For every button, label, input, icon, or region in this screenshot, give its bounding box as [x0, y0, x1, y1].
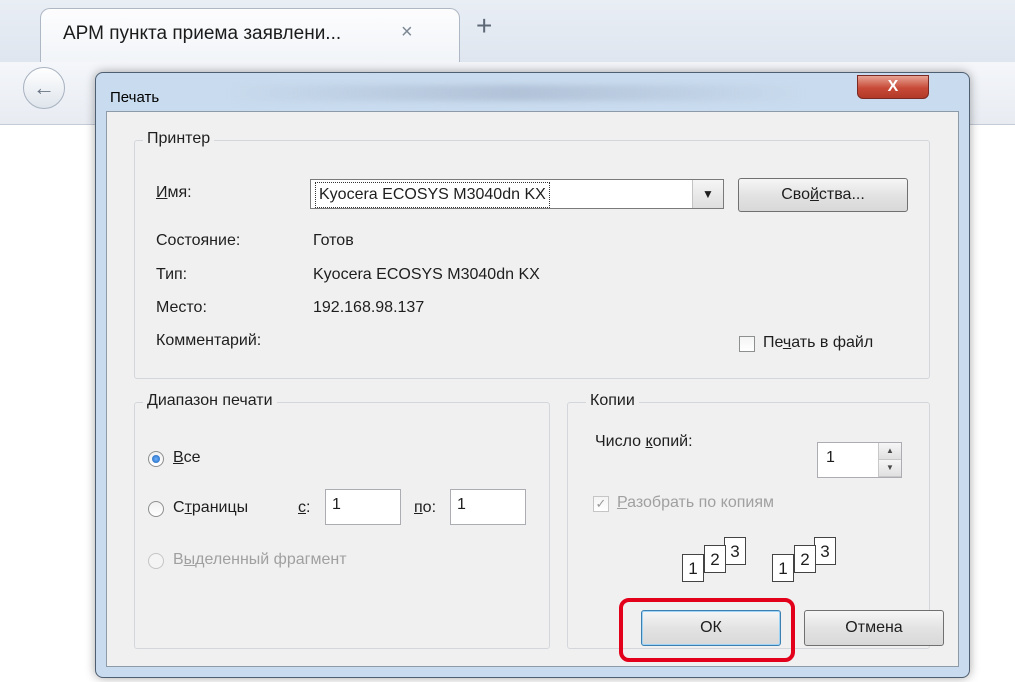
status-label: Состояние:	[156, 232, 241, 249]
collate-page-3: 3	[814, 537, 836, 565]
dialog-title: Печать	[110, 89, 160, 106]
cancel-button[interactable]: Отмена	[804, 610, 944, 646]
dialog-body: Принтер Имя: Kyocera ECOSYS M3040dn KX ▼…	[106, 111, 959, 667]
range-all-radio[interactable]	[148, 451, 164, 467]
browser-tab-strip: АРМ пункта приема заявлени... × +	[0, 0, 1015, 62]
printer-name-value: Kyocera ECOSYS M3040dn KX	[315, 182, 550, 208]
from-label: с:	[298, 499, 311, 516]
collate-page-2: 2	[794, 545, 816, 573]
collate-checkbox[interactable]: ✓	[593, 496, 609, 512]
to-label: по:	[414, 499, 437, 516]
collate-page-3: 3	[724, 537, 746, 565]
location-label: Место:	[156, 299, 207, 316]
printer-legend: Принтер	[143, 130, 215, 148]
spin-down-icon[interactable]: ▼	[879, 460, 901, 477]
status-value: Готов	[313, 232, 354, 249]
location-value: 192.168.98.137	[313, 299, 425, 316]
properties-button[interactable]: Свойства...	[738, 178, 908, 212]
range-selection-radio[interactable]	[148, 553, 164, 569]
back-arrow-icon[interactable]: ←	[23, 67, 65, 109]
collate-page-1: 1	[682, 554, 704, 582]
printer-name-label: Имя:	[156, 184, 192, 201]
close-icon[interactable]: X	[857, 75, 929, 99]
print-dialog: Печать X Принтер Имя: Kyocera ECOSYS M30…	[95, 72, 970, 678]
chevron-down-icon[interactable]: ▼	[692, 180, 723, 208]
copies-count-value: 1	[826, 449, 835, 466]
to-page-field[interactable]: 1	[450, 489, 526, 525]
tab-close-icon[interactable]: ×	[401, 21, 413, 44]
print-range-legend: Диапазон печати	[143, 392, 277, 410]
range-pages-radio[interactable]	[148, 501, 164, 517]
copies-count-spinner[interactable]: 1 ▲ ▼	[817, 442, 902, 478]
printer-group: Принтер Имя: Kyocera ECOSYS M3040dn KX ▼…	[134, 130, 930, 379]
copies-legend: Копии	[586, 392, 639, 410]
print-to-file-label[interactable]: Печать в файл	[763, 334, 873, 352]
print-range-group: Диапазон печати Все Страницы с: 1 по: 1 …	[134, 392, 550, 649]
collate-page-1: 1	[772, 554, 794, 582]
spin-up-icon[interactable]: ▲	[879, 443, 901, 460]
range-selection-label[interactable]: Выделенный фрагмент	[173, 551, 347, 569]
comment-label: Комментарий:	[156, 332, 262, 349]
range-all-label[interactable]: Все	[173, 449, 201, 467]
blurred-url	[226, 85, 806, 101]
from-page-field[interactable]: 1	[325, 489, 401, 525]
print-to-file-checkbox[interactable]	[739, 336, 755, 352]
collate-page-2: 2	[704, 545, 726, 573]
collate-label[interactable]: Разобрать по копиям	[617, 494, 774, 512]
printer-name-select[interactable]: Kyocera ECOSYS M3040dn KX ▼	[310, 179, 724, 209]
browser-tab[interactable]: АРМ пункта приема заявлени... ×	[40, 8, 460, 62]
type-value: Kyocera ECOSYS M3040dn KX	[313, 266, 540, 283]
copies-count-label: Число копий:	[595, 433, 693, 450]
ok-button-highlight	[619, 598, 795, 662]
new-tab-icon[interactable]: +	[476, 12, 492, 40]
browser-tab-title: АРМ пункта приема заявлени...	[63, 23, 342, 44]
type-label: Тип:	[156, 266, 188, 283]
range-pages-label[interactable]: Страницы	[173, 499, 248, 517]
